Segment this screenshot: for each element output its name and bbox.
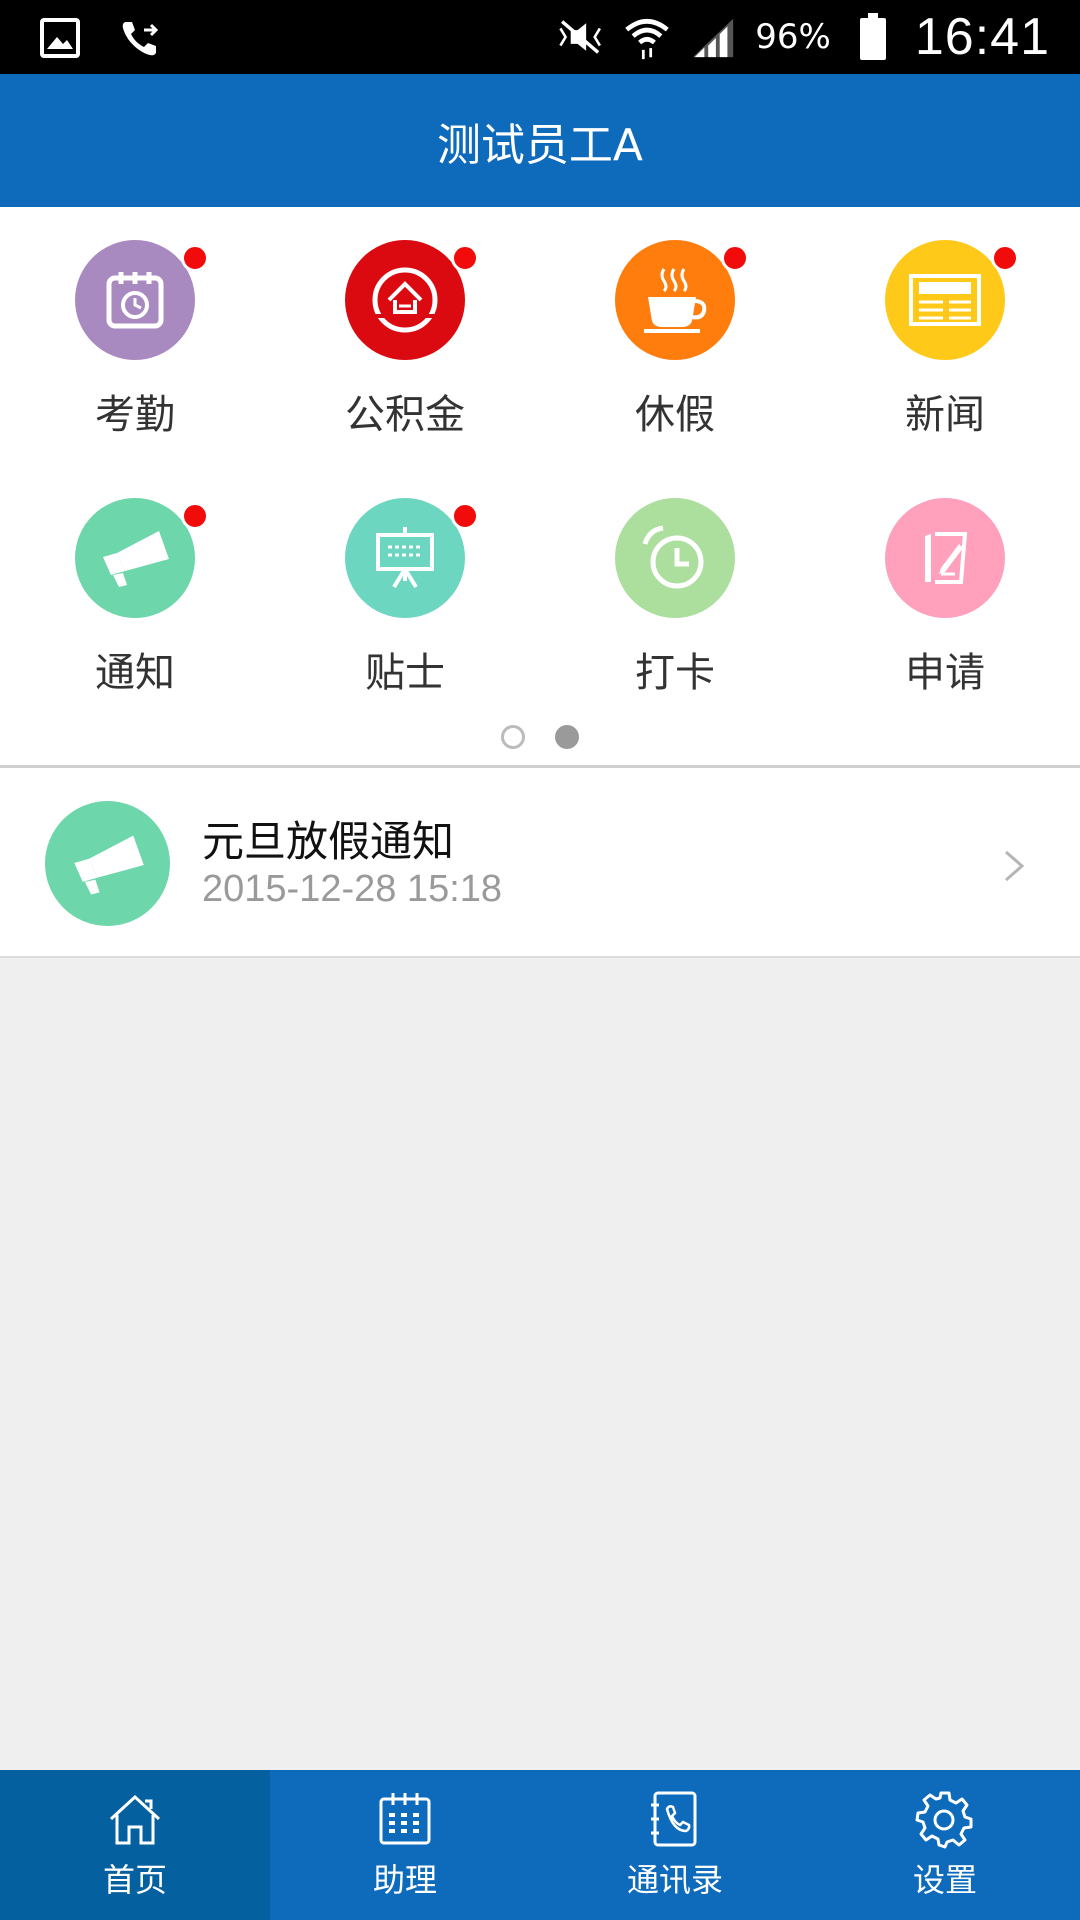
home-icon bbox=[109, 1794, 161, 1845]
nav-home[interactable]: 首页 bbox=[0, 1770, 270, 1920]
page-dot-1[interactable] bbox=[501, 725, 525, 749]
coffee-cup-icon bbox=[644, 268, 707, 333]
badge-dot bbox=[181, 244, 209, 272]
grid-item-notice[interactable]: 通知 bbox=[0, 465, 270, 705]
grid-item-apply[interactable]: 申请 bbox=[810, 465, 1080, 705]
notice-title: 元旦放假通知 bbox=[202, 817, 455, 866]
function-grid: 考勤 公积金 休假 新闻 通知 贴士 打卡 申请 bbox=[0, 207, 1080, 765]
news-circle bbox=[885, 240, 1019, 360]
address-book-icon bbox=[651, 1791, 697, 1847]
grid-label: 通知 bbox=[95, 650, 175, 696]
presentation-board-icon bbox=[376, 527, 434, 589]
nav-assistant[interactable]: 助理 bbox=[270, 1770, 540, 1920]
call-forward-icon bbox=[116, 14, 164, 62]
wifi-icon bbox=[623, 13, 671, 61]
calendar-grid-icon bbox=[379, 1793, 431, 1845]
nav-label: 助理 bbox=[372, 1861, 437, 1899]
page-indicator bbox=[0, 725, 1080, 749]
grid-label: 休假 bbox=[635, 392, 715, 438]
grid-item-punch-in[interactable]: 打卡 bbox=[540, 465, 810, 705]
attendance-calendar-icon bbox=[106, 272, 164, 329]
attendance-circle bbox=[75, 240, 209, 360]
nav-label: 设置 bbox=[912, 1861, 977, 1899]
housing-fund-icon bbox=[372, 267, 438, 333]
grid-item-housing-fund[interactable]: 公积金 bbox=[270, 207, 540, 447]
badge-dot bbox=[721, 244, 749, 272]
edit-form-icon bbox=[925, 532, 968, 584]
notice-avatar bbox=[45, 801, 170, 926]
nav-settings[interactable]: 设置 bbox=[810, 1770, 1080, 1920]
gear-icon bbox=[915, 1791, 973, 1849]
mute-icon bbox=[557, 13, 605, 61]
grid-item-news[interactable]: 新闻 bbox=[810, 207, 1080, 447]
grid-label: 考勤 bbox=[95, 392, 175, 438]
grid-label: 公积金 bbox=[345, 392, 465, 438]
grid-label: 新闻 bbox=[905, 392, 985, 438]
notice-time: 2015-12-28 15:18 bbox=[202, 868, 503, 910]
punch-in-circle bbox=[615, 498, 735, 618]
page-title: 测试员工A bbox=[436, 119, 644, 171]
grid-label: 打卡 bbox=[635, 650, 715, 696]
badge-dot bbox=[451, 244, 479, 272]
battery-percent: 96% bbox=[755, 17, 831, 57]
chevron-right-icon bbox=[1005, 850, 1025, 882]
grid-item-attendance[interactable]: 考勤 bbox=[0, 207, 270, 447]
page-dot-2[interactable] bbox=[555, 725, 579, 749]
status-time: 16:41 bbox=[914, 8, 1050, 66]
vacation-circle bbox=[615, 240, 749, 360]
nav-label: 通讯录 bbox=[626, 1861, 723, 1899]
nav-label: 首页 bbox=[102, 1861, 167, 1899]
housing-fund-circle bbox=[345, 240, 479, 360]
alarm-clock-icon bbox=[642, 525, 704, 589]
megaphone-icon bbox=[103, 531, 169, 587]
badge-dot bbox=[991, 244, 1019, 272]
grid-item-vacation[interactable]: 休假 bbox=[540, 207, 810, 447]
nav-contacts[interactable]: 通讯录 bbox=[540, 1770, 810, 1920]
signal-icon bbox=[689, 13, 737, 61]
status-bar: 96% 16:41 bbox=[0, 0, 1080, 74]
bottom-nav: 首页 助理 通讯录 设置 bbox=[0, 1770, 1080, 1920]
badge-dot bbox=[181, 502, 209, 530]
megaphone-icon bbox=[73, 835, 144, 895]
app-header: 测试员工A bbox=[0, 74, 1080, 207]
grid-label: 贴士 bbox=[365, 650, 445, 696]
list-item[interactable]: 元旦放假通知 2015-12-28 15:18 bbox=[0, 768, 1080, 958]
battery-icon bbox=[849, 13, 897, 61]
grid-label: 申请 bbox=[905, 650, 985, 696]
badge-dot bbox=[451, 502, 479, 530]
newspaper-icon bbox=[909, 274, 981, 326]
tips-circle bbox=[345, 498, 479, 618]
apply-circle bbox=[885, 498, 1005, 618]
gallery-icon bbox=[36, 14, 84, 62]
grid-item-tips[interactable]: 贴士 bbox=[270, 465, 540, 705]
notice-circle bbox=[75, 498, 209, 618]
